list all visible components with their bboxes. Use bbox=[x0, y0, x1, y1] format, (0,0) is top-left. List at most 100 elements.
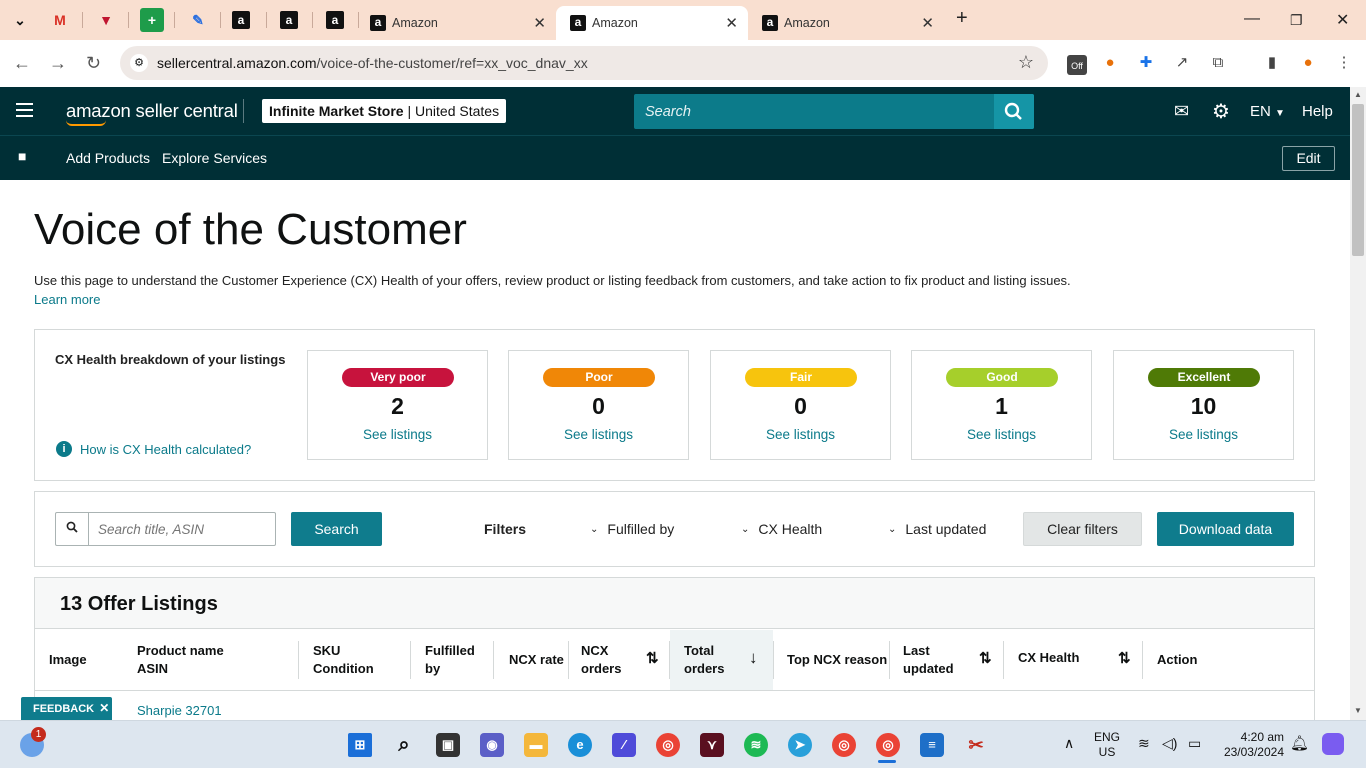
table-row-product-link[interactable]: Sharpie 32701 bbox=[137, 703, 222, 718]
bookmark-icon[interactable]: ■ bbox=[18, 148, 26, 164]
volume-icon[interactable]: ◁) bbox=[1162, 735, 1177, 752]
close-icon[interactable]: ✕ bbox=[99, 701, 109, 715]
file-explorer-icon[interactable]: ▬ bbox=[524, 733, 548, 757]
close-tab-icon[interactable]: ✕ bbox=[533, 14, 546, 32]
close-window-icon[interactable]: ✕ bbox=[1336, 10, 1349, 30]
cx-health-breakdown: CX Health breakdown of your listings i H… bbox=[34, 329, 1315, 481]
spotify-icon[interactable]: ≋ bbox=[744, 733, 768, 757]
app-dark-icon[interactable]: ⋎ bbox=[700, 733, 724, 757]
close-tab-icon[interactable]: ✕ bbox=[921, 14, 934, 32]
extension-arrow-icon[interactable]: ↗ bbox=[1172, 53, 1192, 73]
column-header-total-orders[interactable]: Total orders bbox=[684, 642, 724, 678]
bookmark-star-icon[interactable]: ☆ bbox=[1018, 52, 1034, 73]
extension-off-icon[interactable]: Off bbox=[1067, 55, 1087, 75]
new-tab-plus-icon[interactable]: + bbox=[956, 7, 968, 30]
browser-tab-2-active[interactable]: a Amazon ✕ bbox=[556, 6, 748, 40]
column-header-last-updated[interactable]: Last updated bbox=[903, 642, 954, 678]
column-header-ncx-orders[interactable]: NCX orders bbox=[581, 642, 621, 678]
pinned-tab-pen-icon[interactable]: ✎ bbox=[186, 8, 210, 32]
scroll-up-icon[interactable]: ▲ bbox=[1354, 90, 1362, 99]
mail-icon[interactable]: ✉ bbox=[1174, 101, 1189, 122]
profile-avatar-icon[interactable]: ● bbox=[1298, 53, 1318, 73]
hamburger-menu-icon[interactable] bbox=[16, 103, 33, 117]
see-listings-link[interactable]: See listings bbox=[912, 427, 1091, 442]
task-view-icon[interactable]: ▣ bbox=[436, 733, 460, 757]
chrome-active-icon[interactable]: ◎ bbox=[876, 733, 900, 757]
chevron-down-icon: ⌄ bbox=[741, 524, 750, 535]
store-switcher[interactable]: Infinite Market Store | United States bbox=[262, 99, 507, 123]
feedback-button[interactable]: FEEDBACK ✕ bbox=[21, 697, 112, 720]
sheets-pinned-tab-icon[interactable]: + bbox=[140, 8, 164, 32]
side-panel-icon[interactable]: ▮ bbox=[1262, 53, 1282, 73]
extension-globe-icon[interactable]: ✚ bbox=[1136, 53, 1156, 73]
see-listings-link[interactable]: See listings bbox=[308, 427, 487, 442]
back-arrow-icon[interactable]: ← bbox=[13, 53, 31, 74]
scrollbar-thumb[interactable] bbox=[1352, 104, 1364, 256]
extension-fox-icon[interactable]: ● bbox=[1100, 53, 1120, 73]
snipping-tool-icon[interactable]: ✂ bbox=[964, 733, 988, 757]
sort-descending-icon[interactable]: ↓ bbox=[749, 648, 758, 668]
page-title: Voice of the Customer bbox=[34, 205, 467, 254]
minimize-window-icon[interactable]: — bbox=[1244, 10, 1260, 28]
clear-filters-button[interactable]: Clear filters bbox=[1023, 512, 1142, 546]
edge-browser-icon[interactable]: e bbox=[568, 733, 592, 757]
download-data-button[interactable]: Download data bbox=[1157, 512, 1294, 546]
see-listings-link[interactable]: See listings bbox=[1114, 427, 1293, 442]
seller-central-logo[interactable]: amazon seller central bbox=[66, 100, 238, 126]
sort-both-icon[interactable]: ⇅ bbox=[979, 649, 992, 667]
sort-both-icon[interactable]: ⇅ bbox=[1118, 649, 1131, 667]
nav-explore-services[interactable]: Explore Services bbox=[162, 150, 267, 166]
show-hidden-icons-chevron-icon[interactable]: ∧ bbox=[1064, 735, 1074, 752]
amazon-pinned-tab-icon[interactable]: a bbox=[232, 11, 250, 29]
edit-nav-button[interactable]: Edit bbox=[1282, 146, 1335, 171]
app-vector-icon[interactable]: ⁄ bbox=[612, 733, 636, 757]
see-listings-link[interactable]: See listings bbox=[509, 427, 688, 442]
address-bar[interactable]: ⚙ sellercentral.amazon.com/voice-of-the-… bbox=[120, 46, 1048, 80]
gmail-pinned-tab-icon[interactable]: M bbox=[48, 8, 72, 32]
notifications-bell-icon[interactable]: 🔔︎ bbox=[1290, 734, 1309, 752]
wifi-icon[interactable]: ≋ bbox=[1138, 735, 1150, 752]
header-search-button[interactable] bbox=[994, 94, 1034, 129]
tab-search-icon[interactable]: ⌄ bbox=[8, 8, 32, 32]
cx-health-how-link[interactable]: i How is CX Health calculated? bbox=[56, 441, 251, 457]
learn-more-link[interactable]: Learn more bbox=[34, 292, 100, 307]
see-listings-link[interactable]: See listings bbox=[711, 427, 890, 442]
notepad-icon[interactable]: ≡ bbox=[920, 733, 944, 757]
restore-window-icon[interactable]: ❐ bbox=[1290, 12, 1303, 29]
input-language[interactable]: ENG US bbox=[1094, 730, 1120, 760]
chrome-browser-icon[interactable]: ◎ bbox=[656, 733, 680, 757]
battery-icon[interactable]: ▭ bbox=[1188, 735, 1201, 752]
site-info-icon[interactable]: ⚙ bbox=[130, 54, 148, 72]
help-link[interactable]: Help bbox=[1302, 103, 1333, 120]
settings-gear-icon[interactable]: ⚙ bbox=[1212, 99, 1230, 124]
teams-chat-icon[interactable]: ◉ bbox=[480, 733, 504, 757]
listing-search-button[interactable]: Search bbox=[291, 512, 382, 546]
fulfilled-by-filter[interactable]: ⌄ Fulfilled by bbox=[590, 521, 674, 537]
header-search-input[interactable] bbox=[634, 94, 994, 129]
clock[interactable]: 4:20 am 23/03/2024 bbox=[1222, 730, 1284, 760]
listing-search-input[interactable] bbox=[90, 513, 274, 545]
copilot-icon[interactable] bbox=[1322, 733, 1344, 755]
scroll-down-icon[interactable]: ▼ bbox=[1354, 706, 1362, 715]
pinned-tab-red-icon[interactable]: ▼ bbox=[94, 8, 118, 32]
extensions-puzzle-icon[interactable]: ⧉ bbox=[1208, 53, 1228, 73]
language-selector[interactable]: EN ▼ bbox=[1250, 103, 1285, 120]
last-updated-filter[interactable]: ⌄ Last updated bbox=[888, 521, 986, 537]
browser-tab-1[interactable]: a Amazon ✕ bbox=[356, 6, 556, 40]
nav-add-products[interactable]: Add Products bbox=[66, 150, 150, 166]
telegram-icon[interactable]: ➤ bbox=[788, 733, 812, 757]
amazon-pinned-tab-icon[interactable]: a bbox=[326, 11, 344, 29]
forward-arrow-icon[interactable]: → bbox=[49, 53, 67, 74]
reload-icon[interactable]: ↻ bbox=[86, 53, 101, 74]
browser-tab-3[interactable]: a Amazon ✕ bbox=[748, 6, 944, 40]
windows-start-icon[interactable]: ⊞ bbox=[348, 733, 372, 757]
column-header-cx-health[interactable]: CX Health bbox=[1018, 649, 1079, 667]
search-icon[interactable]: ⌕ bbox=[392, 733, 416, 757]
close-tab-icon[interactable]: ✕ bbox=[725, 14, 738, 32]
browser-menu-icon[interactable]: ⋮ bbox=[1334, 53, 1354, 73]
cx-health-filter[interactable]: ⌄ CX Health bbox=[741, 521, 822, 537]
sort-both-icon[interactable]: ⇅ bbox=[646, 649, 659, 667]
column-header-action: Action bbox=[1157, 652, 1198, 667]
amazon-pinned-tab-icon[interactable]: a bbox=[280, 11, 298, 29]
chrome-profile-icon[interactable]: ◎ bbox=[832, 733, 856, 757]
